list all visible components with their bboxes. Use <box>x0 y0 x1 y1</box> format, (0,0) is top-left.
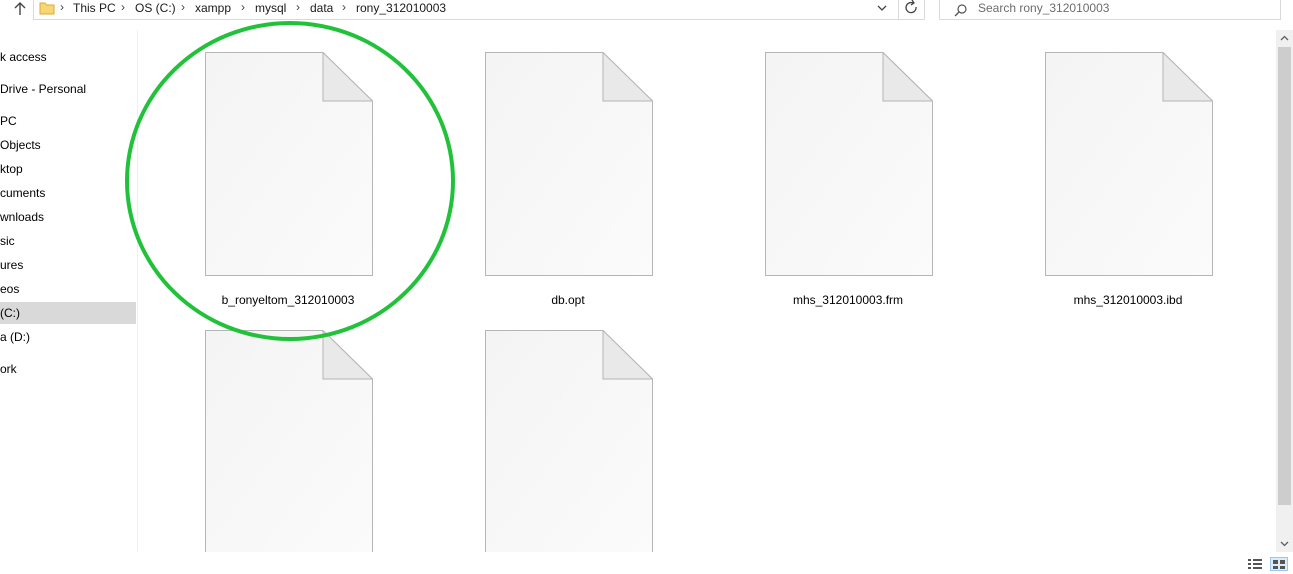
nav-item-label: PC <box>0 114 17 128</box>
breadcrumb-mysql[interactable]: mysql <box>255 1 286 15</box>
breadcrumb-separator: › <box>181 0 185 14</box>
nav-item-label: ktop <box>0 162 23 176</box>
address-bar[interactable]: › This PC › OS (C:) › xampp › mysql › da… <box>33 0 899 20</box>
nav-item-label: sic <box>0 234 15 248</box>
nav-item-label: (C:) <box>0 306 20 320</box>
nav-item-label: a (D:) <box>0 330 30 344</box>
file-item[interactable]: mhs_312010003.frm <box>698 30 928 307</box>
nav-item-label: ork <box>0 362 17 376</box>
nav-item-network[interactable]: ork <box>0 358 136 380</box>
generic-file-icon <box>485 52 653 276</box>
large-icons-view-button[interactable] <box>1270 557 1288 571</box>
nav-item-pictures[interactable]: ures <box>0 254 136 276</box>
nav-item-label: k access <box>0 50 47 64</box>
breadcrumb-separator: › <box>241 0 245 14</box>
search-input[interactable] <box>978 0 1268 18</box>
file-item[interactable]: b_ronyeltom_312010003 <box>138 30 368 307</box>
file-item[interactable]: db.opt <box>418 30 648 307</box>
address-toolbar: › This PC › OS (C:) › xampp › mysql › da… <box>0 0 1293 21</box>
up-button[interactable] <box>10 0 30 18</box>
file-item[interactable]: mhs_312010003.ibd <box>978 30 1208 307</box>
nav-item-documents[interactable]: cuments <box>0 182 136 204</box>
search-icon <box>954 4 967 17</box>
file-item[interactable] <box>418 308 648 552</box>
breadcrumb-xampp[interactable]: xampp <box>195 1 231 15</box>
breadcrumb-this-pc[interactable]: This PC <box>73 1 116 15</box>
breadcrumb-separator: › <box>342 0 346 14</box>
file-name: db.opt <box>551 293 585 307</box>
file-item[interactable] <box>138 308 368 552</box>
scroll-down-button[interactable] <box>1276 535 1293 552</box>
nav-item-quick-access[interactable]: k access <box>0 46 136 68</box>
arrow-up-icon <box>14 2 26 15</box>
details-view-button[interactable] <box>1247 557 1263 571</box>
file-name: mhs_312010003.frm <box>792 293 904 307</box>
nav-item-label: wnloads <box>0 210 45 224</box>
details-view-icon <box>1248 559 1262 569</box>
nav-item-label: Objects <box>0 138 41 152</box>
nav-item-label: Drive - Personal <box>0 82 87 96</box>
scroll-up-button[interactable] <box>1276 30 1293 47</box>
navigation-pane: k access Drive - Personal PC Objects kto… <box>0 30 137 552</box>
nav-item-videos[interactable]: eos <box>0 278 136 300</box>
nav-item-desktop[interactable]: ktop <box>0 158 136 180</box>
file-name: b_ronyeltom_312010003 <box>221 293 355 307</box>
breadcrumb-separator: › <box>121 0 125 14</box>
chevron-down-icon <box>1280 541 1289 547</box>
breadcrumb-os-c[interactable]: OS (C:) <box>135 1 176 15</box>
refresh-button[interactable] <box>899 0 925 20</box>
generic-file-icon <box>485 330 653 552</box>
nav-item-this-pc[interactable]: PC <box>0 110 136 132</box>
large-icons-view-icon <box>1273 560 1285 569</box>
nav-item-data-d[interactable]: a (D:) <box>0 326 136 348</box>
nav-item-os-c[interactable]: (C:) <box>0 302 136 324</box>
folder-icon <box>39 2 55 15</box>
chevron-down-icon <box>877 5 887 11</box>
generic-file-icon <box>1045 52 1213 276</box>
breadcrumb-separator: › <box>296 0 300 14</box>
nav-item-onedrive[interactable]: Drive - Personal <box>0 78 136 100</box>
generic-file-icon <box>205 330 373 552</box>
nav-item-label: eos <box>0 282 20 296</box>
status-bar <box>0 552 1293 573</box>
nav-item-3d-objects[interactable]: Objects <box>0 134 136 156</box>
generic-file-icon <box>205 52 373 276</box>
file-list-view: b_ronyeltom_312010003 db.opt mhs_3120100… <box>138 30 1276 552</box>
address-history-dropdown[interactable] <box>872 0 892 16</box>
nav-item-downloads[interactable]: wnloads <box>0 206 136 228</box>
nav-item-music[interactable]: sic <box>0 230 136 252</box>
vertical-scrollbar[interactable] <box>1276 30 1293 552</box>
breadcrumb-data[interactable]: data <box>310 1 333 15</box>
breadcrumb-separator: › <box>60 0 64 14</box>
generic-file-icon <box>765 52 933 276</box>
nav-item-label: cuments <box>0 186 46 200</box>
file-name: mhs_312010003.ibd <box>1073 293 1183 307</box>
scrollbar-thumb[interactable] <box>1278 47 1291 505</box>
chevron-up-icon <box>1280 35 1289 41</box>
breadcrumb-current-folder[interactable]: rony_312010003 <box>356 1 446 15</box>
nav-item-label: ures <box>0 258 24 272</box>
refresh-icon <box>905 0 917 14</box>
search-box[interactable] <box>939 0 1281 20</box>
